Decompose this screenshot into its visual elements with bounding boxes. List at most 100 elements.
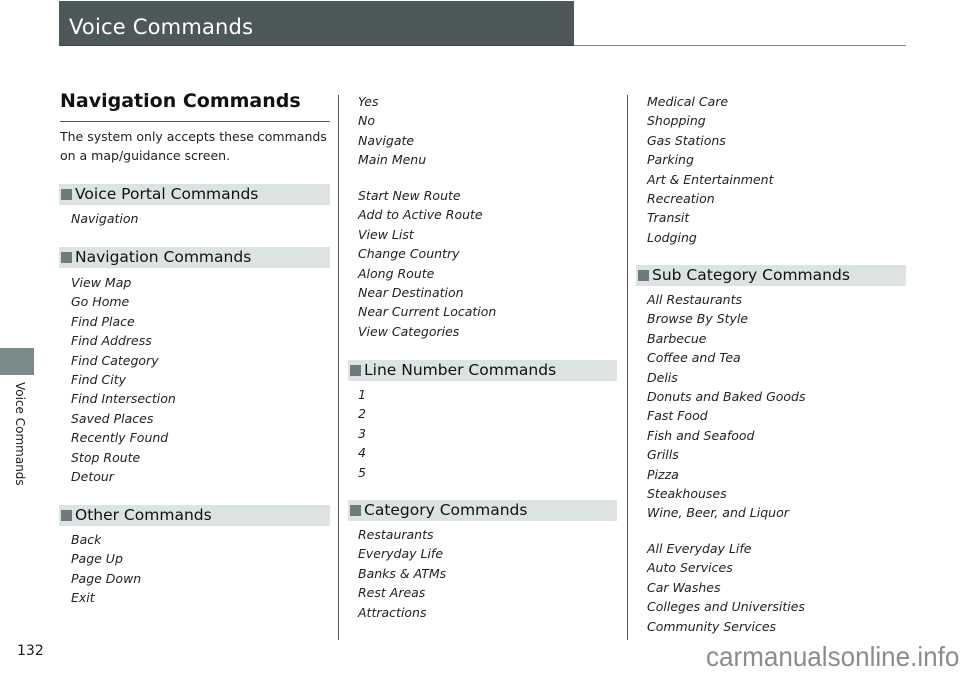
list-item: Back <box>71 532 102 547</box>
list-item: Transit <box>647 210 690 226</box>
list-item: 3 <box>358 425 366 441</box>
command-list: Yes No Navigate Main Menu Start New Rout… <box>358 92 496 341</box>
list-item: View Map <box>71 275 132 290</box>
list-item: Stop Route <box>71 449 141 465</box>
list-item: View Categories <box>358 323 460 339</box>
list-item: Parking <box>647 152 694 168</box>
list-item: Browse By Style <box>647 311 749 327</box>
list-item: Near Current Location <box>358 304 497 320</box>
page-title: Voice Commands <box>69 15 254 39</box>
square-bullet-icon <box>350 365 361 376</box>
command-list: 1 2 3 4 5 <box>358 385 366 482</box>
subsection-header: Category Commands <box>348 500 617 521</box>
list-item: Recreation <box>647 190 715 206</box>
subsection-title: Other Commands <box>75 506 212 524</box>
list-item: Saved Places <box>71 410 154 426</box>
list-item: All Everyday Life <box>647 541 752 557</box>
list-item: Navigation <box>71 211 139 226</box>
list-item: Banks & ATMs <box>358 565 447 581</box>
list-item: Grills <box>647 447 679 463</box>
list-item: Along Route <box>358 265 435 281</box>
heading-rule <box>60 121 330 122</box>
list-item: Donuts and Baked Goods <box>647 388 806 404</box>
list-item: Auto Services <box>647 560 733 576</box>
list-item: Change Country <box>358 246 460 262</box>
list-item: 1 <box>358 387 366 402</box>
command-list: View Map Go Home Find Place Find Address… <box>71 273 176 486</box>
square-bullet-icon <box>61 510 72 521</box>
command-list: Back Page Up Page Down Exit <box>71 530 141 608</box>
subsection-title: Line Number Commands <box>364 361 557 379</box>
list-item: Art & Entertainment <box>647 171 774 187</box>
subsection-title: Category Commands <box>364 501 528 519</box>
list-item: All Restaurants <box>647 292 742 307</box>
list-item: Add to Active Route <box>358 207 483 223</box>
list-item: Steakhouses <box>647 485 727 501</box>
list-item: Barbecue <box>647 330 707 346</box>
list-item: Restaurants <box>358 527 434 542</box>
list-item: Fish and Seafood <box>647 427 755 443</box>
page-number: 132 <box>17 643 44 659</box>
list-item: Find Category <box>71 352 159 368</box>
list-item: 2 <box>358 406 366 422</box>
list-item: Colleges and Universities <box>647 599 805 615</box>
square-bullet-icon <box>638 270 649 281</box>
list-item: Main Menu <box>358 152 427 168</box>
intro-text: The system only accepts these commands o… <box>60 129 327 163</box>
list-gap <box>647 523 806 539</box>
list-item: Gas Stations <box>647 132 726 148</box>
list-item: Find Intersection <box>71 391 176 407</box>
list-item: Yes <box>358 94 379 109</box>
list-item: 4 <box>358 445 366 461</box>
list-item: Detour <box>71 468 114 484</box>
square-bullet-icon <box>350 505 361 516</box>
side-tab-marker <box>0 348 34 375</box>
list-item: Find Place <box>71 313 135 329</box>
list-item: View List <box>358 226 414 242</box>
command-list: Restaurants Everyday Life Banks & ATMs R… <box>358 525 446 622</box>
column-divider <box>627 95 628 640</box>
list-item: Navigate <box>358 132 415 148</box>
command-list: All Restaurants Browse By Style Barbecue… <box>647 290 806 636</box>
list-item: Pizza <box>647 466 679 482</box>
list-item: Everyday Life <box>358 546 444 562</box>
column-divider <box>338 95 339 640</box>
list-item: Go Home <box>71 294 130 310</box>
list-item: Find City <box>71 371 126 387</box>
subsection-header: Voice Portal Commands <box>59 184 330 205</box>
list-item: Start New Route <box>358 187 461 203</box>
command-list: Medical Care Shopping Gas Stations Parki… <box>647 92 773 247</box>
list-item: Near Destination <box>358 284 464 300</box>
list-item: Recently Found <box>71 430 169 446</box>
header-underline <box>59 45 574 46</box>
subsection-header: Line Number Commands <box>348 360 617 381</box>
list-item: Attractions <box>358 604 427 620</box>
list-item: Exit <box>71 590 95 606</box>
list-item: Fast Food <box>647 408 708 424</box>
list-item: Shopping <box>647 113 706 129</box>
command-list: Navigation <box>71 209 138 228</box>
subsection-header: Navigation Commands <box>59 247 330 268</box>
list-item: Find Address <box>71 333 152 349</box>
watermark[interactable]: carmanualsonline.info <box>706 641 959 673</box>
list-item: Rest Areas <box>358 585 426 601</box>
list-item: 5 <box>358 464 366 480</box>
list-item: No <box>358 113 375 129</box>
list-item: Car Washes <box>647 579 721 595</box>
section-heading: Navigation Commands <box>60 90 301 112</box>
list-item: Page Down <box>71 570 142 586</box>
list-item: Wine, Beer, and Liquor <box>647 505 789 521</box>
subsection-header: Sub Category Commands <box>636 265 906 286</box>
header-rule <box>574 45 906 46</box>
subsection-header: Other Commands <box>59 505 330 526</box>
list-item: Community Services <box>647 618 777 634</box>
list-item: Page Up <box>71 551 123 567</box>
list-gap <box>358 170 496 186</box>
list-item: Lodging <box>647 229 697 245</box>
list-item: Medical Care <box>647 94 729 109</box>
square-bullet-icon <box>61 189 72 200</box>
list-item: Coffee and Tea <box>647 350 741 366</box>
subsection-title: Sub Category Commands <box>652 266 850 284</box>
square-bullet-icon <box>61 252 72 263</box>
subsection-title: Voice Portal Commands <box>75 185 259 203</box>
